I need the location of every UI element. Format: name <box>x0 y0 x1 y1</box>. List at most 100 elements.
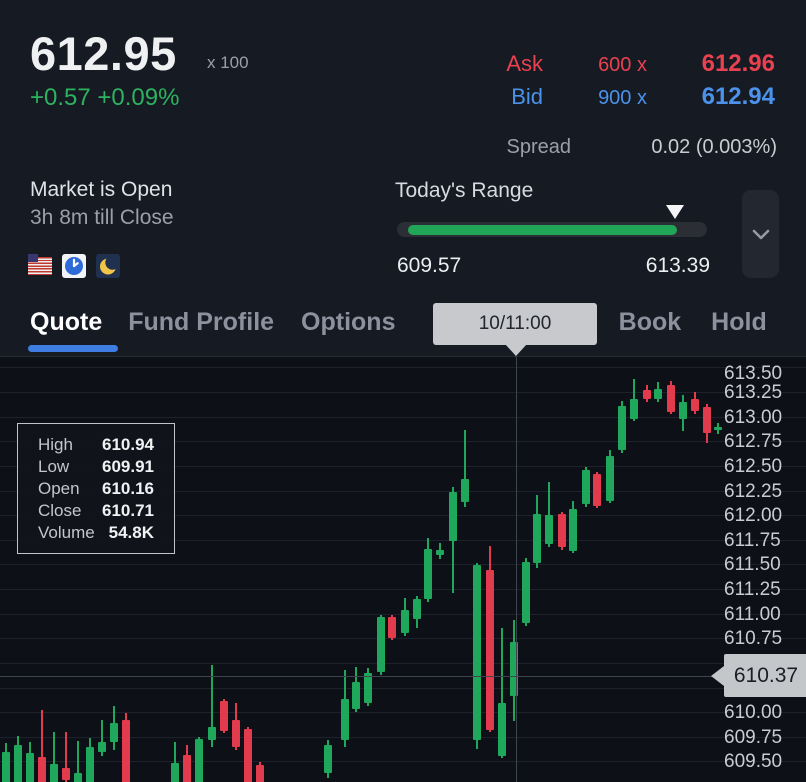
candle-body <box>569 509 577 550</box>
candle-body <box>486 570 494 730</box>
ohlc-label: High <box>38 435 73 455</box>
candle-body <box>461 479 469 503</box>
ohlc-label: Volume <box>38 523 95 543</box>
ohlc-row-low: Low 609.91 <box>38 456 154 478</box>
candle-body <box>364 673 372 704</box>
candle-body <box>714 427 722 430</box>
tab-hold[interactable]: Hold <box>711 308 767 337</box>
grid-line <box>0 761 806 762</box>
ask-label: Ask <box>501 51 543 77</box>
candle-body <box>545 515 553 544</box>
y-axis-tick-label: 611.75 <box>724 530 804 552</box>
range-current-marker <box>666 205 684 219</box>
grid-line <box>0 663 806 664</box>
grid-line <box>0 688 806 689</box>
candle-body <box>388 617 396 639</box>
y-axis-tick-label: 611.25 <box>724 579 804 601</box>
spread-label: Spread <box>507 136 572 159</box>
price-change: +0.57 +0.09% <box>30 84 179 112</box>
candle-body <box>26 753 34 782</box>
candle-body <box>110 723 118 742</box>
y-axis-tick-label: 609.75 <box>724 727 804 749</box>
time-till-close: 3h 8m till Close <box>30 206 174 230</box>
active-tab-underline <box>28 345 118 352</box>
ohlc-label: Low <box>38 457 69 477</box>
grid-line <box>0 564 806 565</box>
ohlc-value: 610.71 <box>102 501 154 521</box>
candle-body <box>691 399 699 411</box>
candle-body <box>220 701 228 731</box>
chevron-down-icon <box>752 229 770 240</box>
candle-body <box>74 773 82 782</box>
candle-body <box>679 402 687 419</box>
candle-body <box>256 765 264 782</box>
candle-body <box>522 562 530 623</box>
todays-range-fill <box>408 225 677 235</box>
candle-body <box>424 549 432 599</box>
candle-body <box>341 699 349 739</box>
y-axis-tick-label: 609.50 <box>724 751 804 773</box>
candle-body <box>413 599 421 619</box>
ohlc-value: 609.91 <box>102 457 154 477</box>
market-status: Market is Open <box>30 178 172 202</box>
y-axis-tick-label: 612.00 <box>724 505 804 527</box>
trading-app-window: 612.95 x 100 +0.57 +0.09% Ask 600 x 612.… <box>0 0 806 782</box>
todays-range-bar <box>397 222 707 237</box>
bid-row: Bid 900 x 612.94 <box>501 83 775 111</box>
candle-body <box>62 768 70 780</box>
ohlc-row-high: High 610.94 <box>38 434 154 456</box>
ohlc-row-open: Open610.16 <box>38 478 154 500</box>
tab-options[interactable]: Options <box>301 308 395 337</box>
candle-body <box>582 470 590 504</box>
candle-body <box>654 389 662 399</box>
candle-body <box>38 757 46 782</box>
crosshair-price-marker: 610.37 <box>724 654 806 697</box>
y-axis-tick-label: 610.00 <box>724 702 804 724</box>
collapse-header-button[interactable] <box>742 190 779 278</box>
tab-quote[interactable]: Quote <box>30 308 102 337</box>
candle-body <box>195 739 203 782</box>
candle-body <box>533 514 541 563</box>
spread-value: 0.02 (0.003%) <box>571 136 777 159</box>
ohlc-label: Open <box>38 479 80 499</box>
y-axis-tick-label: 612.75 <box>724 431 804 453</box>
bid-label: Bid <box>501 84 543 110</box>
bid-price[interactable]: 612.94 <box>647 83 775 111</box>
crosshair-horizontal-line <box>0 676 712 677</box>
lot-size: x 100 <box>207 53 249 73</box>
candle-body <box>473 565 481 739</box>
candle-body <box>498 703 506 756</box>
grid-line <box>0 589 806 590</box>
candle-body <box>208 727 216 740</box>
candlestick-chart[interactable]: High 610.94 Low 609.91Open610.16Close 610.71… <box>0 356 806 782</box>
candle-body <box>436 550 444 555</box>
crosshair-vertical-line <box>516 357 517 782</box>
candle-body <box>324 745 332 774</box>
ohlc-row-volume: Volume54.8K <box>38 522 154 544</box>
ohlc-label: Close <box>38 501 81 521</box>
candle-body <box>98 742 106 752</box>
tab-book[interactable]: Book <box>619 308 682 337</box>
y-axis-tick-label: 610.75 <box>724 628 804 650</box>
candle-body <box>630 399 638 419</box>
grid-line <box>0 712 806 713</box>
candle-body <box>667 385 675 412</box>
grid-line <box>0 392 806 393</box>
candle-body <box>558 514 566 547</box>
y-axis-tick-label: 613.00 <box>724 407 804 429</box>
range-low-value: 609.57 <box>397 254 461 278</box>
spread-row: Spread 0.02 (0.003%) <box>507 136 778 159</box>
candle-body <box>171 763 179 782</box>
ohlc-row-close: Close 610.71 <box>38 500 154 522</box>
candle-body <box>232 720 240 747</box>
candle-body <box>50 764 58 782</box>
y-axis-tick-label: 611.50 <box>724 554 804 576</box>
ohlc-value: 610.94 <box>102 435 154 455</box>
ask-price[interactable]: 612.96 <box>647 50 775 78</box>
bid-size: 900 x <box>543 87 647 110</box>
last-price: 612.95 <box>30 26 177 81</box>
tab-fund-profile[interactable]: Fund Profile <box>128 308 274 337</box>
price-marker-arrow <box>711 666 724 686</box>
candle-body <box>2 752 10 782</box>
grid-line <box>0 638 806 639</box>
